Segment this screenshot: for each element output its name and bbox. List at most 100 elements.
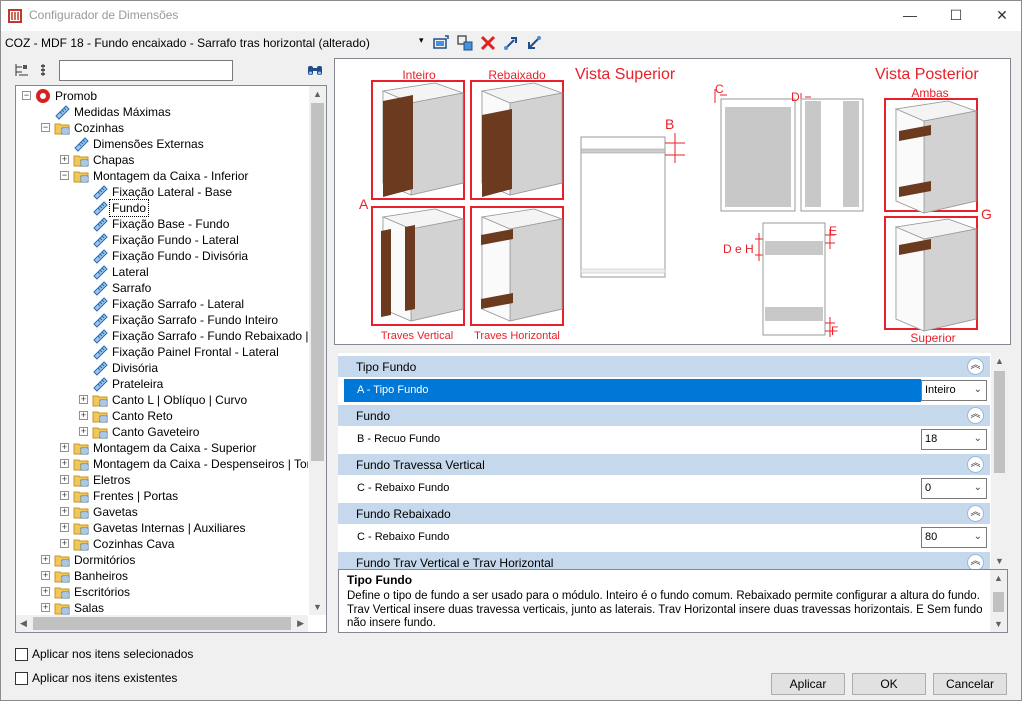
collapse-category-icon[interactable]: ︽ xyxy=(967,554,984,569)
property-category[interactable]: Fundo ︽ xyxy=(338,404,990,426)
tree-item[interactable]: + Montagem da Caixa - Superior xyxy=(16,440,308,456)
tree-item[interactable]: Prateleira xyxy=(16,376,308,392)
tree-item[interactable]: + Cozinhas Cava xyxy=(16,536,308,552)
apply-existing-checkbox[interactable] xyxy=(15,672,28,685)
property-scroll-thumb[interactable] xyxy=(994,371,1005,473)
tree-item[interactable]: + Gavetas Internas | Auxiliares xyxy=(16,520,308,536)
scroll-down-icon[interactable]: ▼ xyxy=(313,602,322,612)
expand-icon[interactable]: + xyxy=(79,427,88,436)
expand-icon[interactable]: + xyxy=(60,459,69,468)
chevron-down-icon[interactable]: ⌄ xyxy=(974,482,982,493)
configuration-selector[interactable]: COZ - MDF 18 - Fundo encaixado - Sarrafo… xyxy=(5,36,370,50)
cancel-button[interactable]: Cancelar xyxy=(933,673,1007,695)
tree-item[interactable]: − Montagem da Caixa - Inferior xyxy=(16,168,308,184)
tree-item[interactable]: − Cozinhas xyxy=(16,120,308,136)
tree-item[interactable]: + Frentes | Portas xyxy=(16,488,308,504)
export-icon[interactable] xyxy=(502,34,520,52)
search-input[interactable] xyxy=(59,60,233,81)
collapse-category-icon[interactable]: ︽ xyxy=(967,358,984,375)
chevron-down-icon[interactable]: ▾ xyxy=(419,35,424,46)
property-row[interactable]: B - Recuo Fundo 18 ⌄ xyxy=(338,428,990,451)
tree-item[interactable]: Divisória xyxy=(16,360,308,376)
property-row[interactable]: C - Rebaixo Fundo 0 ⌄ xyxy=(338,477,990,500)
scroll-up-icon[interactable]: ▲ xyxy=(313,89,322,99)
ok-button[interactable]: OK xyxy=(852,673,926,695)
scroll-left-icon[interactable]: ◀ xyxy=(20,618,27,629)
collapse-icon[interactable]: − xyxy=(22,91,31,100)
tree-item[interactable]: Fixação Sarrafo - Fundo Inteiro xyxy=(16,312,308,328)
expand-tree-icon[interactable] xyxy=(14,62,30,78)
tree-item[interactable]: + Salas xyxy=(16,600,308,615)
expand-icon[interactable]: + xyxy=(60,443,69,452)
expand-icon[interactable]: + xyxy=(79,411,88,420)
tree-item[interactable]: Lateral xyxy=(16,264,308,280)
property-category[interactable]: Fundo Rebaixado ︽ xyxy=(338,502,990,524)
edit-icon[interactable] xyxy=(432,34,450,52)
tree-item[interactable]: Fixação Sarrafo - Lateral xyxy=(16,296,308,312)
tree-horizontal-scrollbar[interactable]: ◀ ▶ xyxy=(16,615,308,632)
collapse-category-icon[interactable]: ︽ xyxy=(967,456,984,473)
property-category[interactable]: Fundo Trav Vertical e Trav Horizontal ︽ xyxy=(338,551,990,569)
tree-item[interactable]: + Eletros xyxy=(16,472,308,488)
close-button[interactable]: ✕ xyxy=(979,1,1022,31)
tree-scroll-thumb[interactable] xyxy=(311,103,324,461)
tree-item[interactable]: Fixação Fundo - Divisória xyxy=(16,248,308,264)
tree-item[interactable]: + Canto L | Oblíquo | Curvo xyxy=(16,392,308,408)
tree-item[interactable]: + Banheiros xyxy=(16,568,308,584)
tree-item[interactable]: Fixação Fundo - Lateral xyxy=(16,232,308,248)
expand-icon[interactable]: + xyxy=(60,475,69,484)
chevron-down-icon[interactable]: ⌄ xyxy=(974,433,982,444)
property-value-dropdown[interactable]: 80 ⌄ xyxy=(921,527,987,548)
tree-item[interactable]: + Dormitórios xyxy=(16,552,308,568)
expand-icon[interactable]: + xyxy=(41,555,50,564)
tree-item[interactable]: + Gavetas xyxy=(16,504,308,520)
scroll-down-icon[interactable]: ▼ xyxy=(995,556,1004,566)
collapse-icon[interactable]: − xyxy=(41,123,50,132)
expand-icon[interactable]: + xyxy=(60,523,69,532)
chevron-down-icon[interactable]: ⌄ xyxy=(974,384,982,395)
description-scroll-thumb[interactable] xyxy=(993,592,1004,612)
tree-item[interactable]: Fixação Base - Fundo xyxy=(16,216,308,232)
copy-icon[interactable] xyxy=(456,34,474,52)
expand-icon[interactable]: + xyxy=(41,603,50,612)
tree-item[interactable]: Medidas Máximas xyxy=(16,104,308,120)
apply-button[interactable]: Aplicar xyxy=(771,673,845,695)
scroll-down-icon[interactable]: ▼ xyxy=(994,619,1003,629)
expand-icon[interactable]: + xyxy=(79,395,88,404)
import-icon[interactable] xyxy=(525,34,543,52)
scroll-right-icon[interactable]: ▶ xyxy=(297,618,304,629)
property-category[interactable]: Fundo Travessa Vertical ︽ xyxy=(338,453,990,475)
expand-icon[interactable]: + xyxy=(60,155,69,164)
maximize-button[interactable]: ☐ xyxy=(933,1,979,31)
property-scrollbar[interactable]: ▲ ▼ xyxy=(991,353,1008,569)
tree-item[interactable]: + Canto Gaveteiro xyxy=(16,424,308,440)
binoculars-search-icon[interactable] xyxy=(307,62,323,78)
expand-icon[interactable]: + xyxy=(60,539,69,548)
collapse-category-icon[interactable]: ︽ xyxy=(967,505,984,522)
tree-hscroll-thumb[interactable] xyxy=(33,617,291,630)
tree-item[interactable]: + Canto Reto xyxy=(16,408,308,424)
minimize-button[interactable]: — xyxy=(887,1,933,31)
tree-item[interactable]: Sarrafo xyxy=(16,280,308,296)
expand-icon[interactable]: + xyxy=(41,587,50,596)
tree-item[interactable]: Fixação Painel Frontal - Lateral xyxy=(16,344,308,360)
expand-icon[interactable]: + xyxy=(60,507,69,516)
apply-selected-checkbox[interactable] xyxy=(15,648,28,661)
tree-item[interactable]: Dimensões Externas xyxy=(16,136,308,152)
description-scrollbar[interactable]: ▲ ▼ xyxy=(990,570,1007,632)
tree-item[interactable]: − Promob xyxy=(16,88,308,104)
scroll-up-icon[interactable]: ▲ xyxy=(995,356,1004,366)
collapse-tree-icon[interactable] xyxy=(38,62,54,78)
tree-vertical-scrollbar[interactable]: ▲ ▼ xyxy=(309,86,326,615)
expand-icon[interactable]: + xyxy=(60,491,69,500)
tree-item[interactable]: + Chapas xyxy=(16,152,308,168)
collapse-icon[interactable]: − xyxy=(60,171,69,180)
chevron-down-icon[interactable]: ⌄ xyxy=(974,531,982,542)
tree-item[interactable]: + Escritórios xyxy=(16,584,308,600)
tree-item[interactable]: + Montagem da Caixa - Despenseiros | Torr… xyxy=(16,456,308,472)
tree-item[interactable]: Fixação Sarrafo - Fundo Rebaixado | Tra xyxy=(16,328,308,344)
property-value-dropdown[interactable]: 18 ⌄ xyxy=(921,429,987,450)
property-value-dropdown[interactable]: 0 ⌄ xyxy=(921,478,987,499)
expand-icon[interactable]: + xyxy=(41,571,50,580)
property-row[interactable]: C - Rebaixo Fundo 80 ⌄ xyxy=(338,526,990,549)
